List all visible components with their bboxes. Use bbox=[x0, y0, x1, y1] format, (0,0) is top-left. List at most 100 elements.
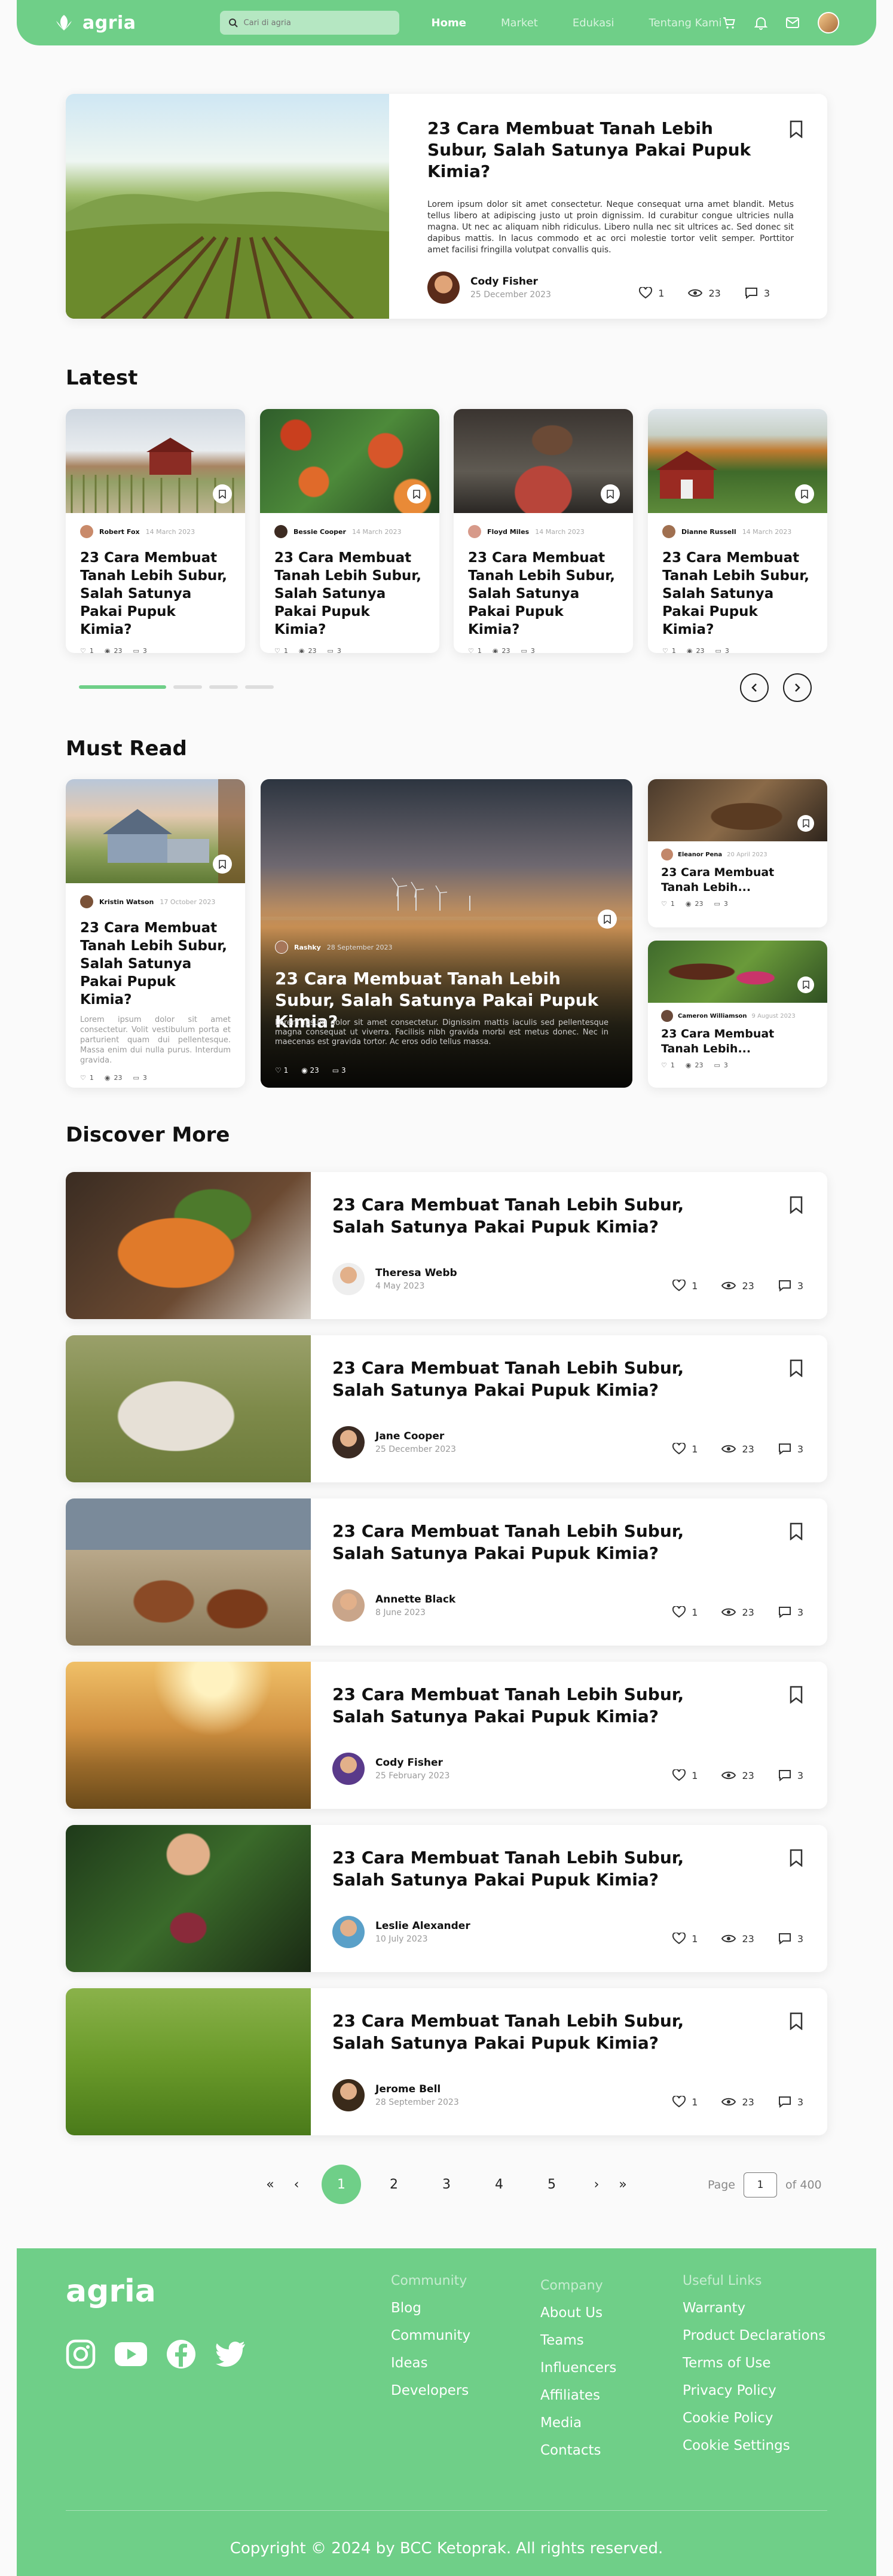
footer-link[interactable]: Contacts bbox=[540, 2443, 616, 2458]
page-2[interactable]: 2 bbox=[374, 2165, 414, 2204]
nav-link-edukasi[interactable]: Edukasi bbox=[573, 17, 614, 29]
carousel-dot[interactable] bbox=[173, 685, 202, 689]
bookmark-button[interactable] bbox=[213, 484, 232, 503]
author-name[interactable]: Robert Fox bbox=[99, 528, 140, 536]
bookmark-button[interactable] bbox=[407, 484, 426, 503]
card-title[interactable]: 23 Cara Membuat Tanah Lebih Subur, Salah… bbox=[66, 538, 245, 639]
latest-card[interactable]: Floyd Miles 14 March 2023 23 Cara Membuat… bbox=[454, 409, 633, 653]
footer-link[interactable]: Blog bbox=[391, 2300, 470, 2316]
comments[interactable]: 3 bbox=[778, 1606, 803, 1618]
author-name[interactable]: Cameron Williamson bbox=[678, 1013, 747, 1020]
card-title[interactable]: 23 Cara Membuat Tanah Lebih Subur, Salah… bbox=[66, 908, 245, 1009]
discover-title[interactable]: 23 Cara Membuat Tanah Lebih Subur, Salah… bbox=[332, 1846, 715, 1891]
likes[interactable]: ♡ 1 bbox=[80, 647, 94, 653]
page-5[interactable]: 5 bbox=[532, 2165, 571, 2204]
card-title[interactable]: 23 Cara Membuat Tanah Lebih... bbox=[648, 860, 827, 895]
footer-link[interactable]: Terms of Use bbox=[683, 2355, 825, 2371]
youtube-icon[interactable] bbox=[115, 2342, 147, 2366]
footer-link[interactable]: Privacy Policy bbox=[683, 2383, 825, 2398]
likes[interactable]: ♡ 1 bbox=[468, 647, 482, 653]
comments[interactable]: 3 bbox=[745, 287, 770, 299]
discover-title[interactable]: 23 Cara Membuat Tanah Lebih Subur, Salah… bbox=[332, 1520, 715, 1564]
likes[interactable]: 1 bbox=[639, 287, 664, 299]
carousel-dot[interactable] bbox=[245, 685, 274, 689]
bookmark-button[interactable] bbox=[797, 815, 814, 832]
nav-link-tentang-kami[interactable]: Tentang Kami bbox=[649, 17, 722, 29]
footer-link[interactable]: About Us bbox=[540, 2305, 616, 2321]
must-read-big-card[interactable]: Rashky 28 September 2023 23 Cara Membuat … bbox=[261, 779, 632, 1088]
page-3[interactable]: 3 bbox=[427, 2165, 466, 2204]
footer-link[interactable]: Media bbox=[540, 2415, 616, 2431]
author-name[interactable]: Dianne Russell bbox=[681, 528, 736, 536]
carousel-dot[interactable] bbox=[209, 685, 238, 689]
search-bar[interactable] bbox=[219, 11, 399, 35]
user-avatar[interactable] bbox=[818, 12, 839, 33]
author-name[interactable]: Theresa Webb bbox=[375, 1267, 457, 1279]
footer-link[interactable]: Community bbox=[391, 2328, 470, 2343]
footer-link[interactable]: Cookie Settings bbox=[683, 2438, 825, 2453]
last-page-button[interactable]: » bbox=[610, 2165, 636, 2204]
page-1[interactable]: 1 bbox=[322, 2165, 361, 2204]
likes[interactable]: 1 bbox=[672, 1443, 698, 1455]
likes[interactable]: ♡ 1 bbox=[274, 647, 288, 653]
page-4[interactable]: 4 bbox=[479, 2165, 519, 2204]
author-name[interactable]: Annette Black bbox=[375, 1594, 455, 1606]
next-page-button[interactable]: › bbox=[583, 2165, 610, 2204]
bookmark-button[interactable] bbox=[598, 909, 617, 929]
bookmark-icon[interactable] bbox=[789, 1359, 803, 1377]
nav-link-home[interactable]: Home bbox=[432, 17, 466, 29]
card-title[interactable]: 23 Cara Membuat Tanah Lebih Subur, Salah… bbox=[454, 538, 633, 639]
nav-link-market[interactable]: Market bbox=[501, 17, 538, 29]
author-name[interactable]: Leslie Alexander bbox=[375, 1920, 470, 1932]
bookmark-button[interactable] bbox=[797, 976, 814, 993]
twitter-icon[interactable] bbox=[215, 2341, 246, 2367]
card-title[interactable]: 23 Cara Membuat Tanah Lebih Subur, Salah… bbox=[260, 538, 439, 639]
facebook-icon[interactable] bbox=[166, 2339, 196, 2369]
card-title[interactable]: 23 Cara Membuat Tanah Lebih Subur, Salah… bbox=[648, 538, 827, 639]
bookmark-button[interactable] bbox=[795, 484, 814, 503]
discover-title[interactable]: 23 Cara Membuat Tanah Lebih Subur, Salah… bbox=[332, 1194, 715, 1238]
discover-card[interactable]: 23 Cara Membuat Tanah Lebih Subur, Salah… bbox=[66, 1335, 827, 1482]
footer-brand[interactable]: agria bbox=[66, 2273, 156, 2309]
footer-link[interactable]: Warranty bbox=[683, 2300, 825, 2316]
comments[interactable]: ▭ 3 bbox=[327, 647, 341, 653]
latest-card[interactable]: Robert Fox 14 March 2023 23 Cara Membuat … bbox=[66, 409, 245, 653]
bookmark-icon[interactable] bbox=[789, 1196, 803, 1214]
mail-icon[interactable] bbox=[785, 17, 800, 29]
must-read-card[interactable]: Kristin Watson 17 October 2023 23 Cara Me… bbox=[66, 779, 245, 1088]
comments[interactable]: ▭ 3 bbox=[133, 647, 146, 653]
bookmark-icon[interactable] bbox=[789, 120, 803, 138]
likes[interactable]: 1 bbox=[672, 1280, 698, 1292]
likes[interactable]: 1 bbox=[672, 1933, 698, 1945]
comments[interactable]: ▭ 3 bbox=[521, 647, 534, 653]
must-read-small-card[interactable]: Eleanor Pena 20 April 2023 23 Cara Membua… bbox=[648, 779, 827, 927]
discover-card[interactable]: 23 Cara Membuat Tanah Lebih Subur, Salah… bbox=[66, 1662, 827, 1809]
comments[interactable]: ▭ 3 bbox=[133, 1074, 146, 1082]
likes[interactable]: ♡ 1 bbox=[275, 1066, 288, 1075]
footer-link[interactable]: Ideas bbox=[391, 2355, 470, 2371]
footer-link[interactable]: Influencers bbox=[540, 2360, 616, 2376]
first-page-button[interactable]: « bbox=[257, 2165, 283, 2204]
footer-link[interactable]: Affiliates bbox=[540, 2388, 616, 2403]
author-name[interactable]: Kristin Watson bbox=[99, 898, 154, 906]
bookmark-icon[interactable] bbox=[789, 1522, 803, 1540]
comments[interactable]: 3 bbox=[778, 1933, 803, 1945]
latest-card[interactable]: Bessie Cooper 14 March 2023 23 Cara Membu… bbox=[260, 409, 439, 653]
discover-card[interactable]: 23 Cara Membuat Tanah Lebih Subur, Salah… bbox=[66, 1825, 827, 1972]
page-number-input[interactable] bbox=[744, 2172, 777, 2197]
cart-icon[interactable] bbox=[722, 16, 736, 30]
featured-title[interactable]: 23 Cara Membuat Tanah Lebih Subur, Salah… bbox=[427, 118, 762, 182]
author-name[interactable]: Jane Cooper bbox=[375, 1430, 456, 1442]
comments[interactable]: ▭ 3 bbox=[332, 1066, 346, 1075]
likes[interactable]: 1 bbox=[672, 2096, 698, 2108]
footer-link[interactable]: Teams bbox=[540, 2333, 616, 2348]
comments[interactable]: 3 bbox=[778, 2096, 803, 2108]
footer-link[interactable]: Product Declarations bbox=[683, 2328, 825, 2343]
discover-card[interactable]: 23 Cara Membuat Tanah Lebih Subur, Salah… bbox=[66, 1498, 827, 1646]
bookmark-button[interactable] bbox=[601, 484, 620, 503]
author-name[interactable]: Cody Fisher bbox=[470, 276, 551, 288]
discover-card[interactable]: 23 Cara Membuat Tanah Lebih Subur, Salah… bbox=[66, 1172, 827, 1319]
comments[interactable]: ▭ 3 bbox=[714, 1061, 727, 1069]
comments[interactable]: 3 bbox=[778, 1443, 803, 1455]
brand-logo[interactable]: agria bbox=[54, 13, 136, 33]
